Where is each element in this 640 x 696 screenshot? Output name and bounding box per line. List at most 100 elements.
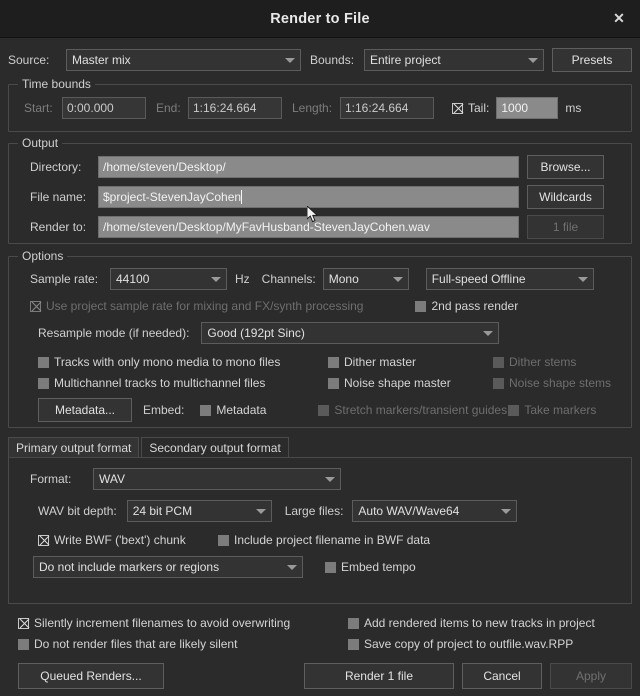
write-bwf-label: Write BWF ('bext') chunk [54,533,186,547]
time-bounds-row: Start: 0:00.000 End: 1:16:24.664 Length:… [18,97,622,119]
tail-units-label: ms [565,101,582,115]
checkbox-checked-icon [38,534,49,546]
length-label: Length: [292,101,333,115]
chevron-down-icon [392,277,403,282]
include-project-filename-checkbox[interactable]: Include project filename in BWF data [218,533,430,547]
use-project-sample-rate-label: Use project sample rate for mixing and F… [46,299,364,313]
apply-button: Apply [550,663,632,689]
markers-row: Do not include markers or regions Embed … [18,556,622,578]
wav-bit-depth-dropdown-value: 24 bit PCM [132,504,193,518]
directory-row: Directory: /home/steven/Desktop/ Browse.… [18,155,622,179]
format-row: Format: WAV [18,468,622,490]
filename-input-value: $project-StevenJayCohen [103,190,242,204]
directory-input[interactable]: /home/steven/Desktop/ [98,156,519,178]
embed-metadata-label: Metadata [216,403,267,417]
tail-label: Tail: [468,101,490,115]
text-caret [241,190,243,204]
resample-mode-dropdown[interactable]: Good (192pt Sinc) [201,322,500,344]
mono-media-checkbox[interactable]: Tracks with only mono media to mono file… [38,355,328,369]
format-dropdown[interactable]: WAV [93,468,341,490]
noise-shape-master-label: Noise shape master [344,376,451,390]
render-speed-dropdown[interactable]: Full-speed Offline [425,268,594,290]
wav-bit-depth-label: WAV bit depth: [38,504,117,518]
output-legend: Output [18,136,63,150]
checkbox-unchecked-icon [38,356,49,368]
queued-renders-button[interactable]: Queued Renders... [18,663,164,689]
wildcards-button[interactable]: Wildcards [527,185,604,209]
save-copy-checkbox[interactable]: Save copy of project to outfile.wav.RPP [348,637,573,651]
checkbox-checked-icon [18,617,29,629]
dither-master-checkbox[interactable]: Dither master [328,355,493,369]
render-button[interactable]: Render 1 file [304,663,454,689]
title-bar: Render to File ✕ [0,0,640,38]
checkbox-unchecked-icon [325,561,336,573]
cancel-button[interactable]: Cancel [462,663,542,689]
channels-dropdown[interactable]: Mono [322,268,409,290]
use-project-sample-rate-checkbox[interactable]: Use project sample rate for mixing and F… [30,299,363,313]
presets-button[interactable]: Presets [552,48,632,72]
large-files-dropdown[interactable]: Auto WAV/Wave64 [352,500,518,522]
embed-tempo-checkbox[interactable]: Embed tempo [325,560,416,574]
samplerate-dropdown[interactable]: 44100 [110,268,227,290]
filename-input[interactable]: $project-StevenJayCohen [98,186,519,208]
resample-mode-dropdown-value: Good (192pt Sinc) [207,326,305,340]
dialog-body: Source: Master mix Bounds: Entire projec… [0,48,640,696]
multichannel-checkbox[interactable]: Multichannel tracks to multichannel file… [38,376,328,390]
tab-secondary-output-format[interactable]: Secondary output format [141,437,289,457]
wav-bit-depth-dropdown[interactable]: 24 bit PCM [126,500,272,522]
embed-metadata-checkbox[interactable]: Metadata [200,403,318,417]
format-tabstrip: Primary output format Secondary output f… [8,437,632,458]
close-icon[interactable]: ✕ [608,8,630,30]
options-group: Options Sample rate: 44100 Hz Channels: … [8,249,632,428]
noise-shape-master-checkbox[interactable]: Noise shape master [328,376,493,390]
samplerate-label: Sample rate: [30,272,99,286]
filename-label: File name: [30,190,87,204]
end-label: End: [156,101,181,115]
bwf-row: Write BWF ('bext') chunk Include project… [18,533,622,547]
checkbox-unchecked-icon [318,404,330,416]
length-input[interactable]: 1:16:24.664 [340,97,434,119]
render-to-label: Render to: [30,220,87,234]
mono-media-label: Tracks with only mono media to mono file… [54,355,281,369]
second-pass-render-checkbox[interactable]: 2nd pass render [415,299,518,313]
tail-input[interactable]: 1000 [496,97,559,119]
browse-button[interactable]: Browse... [527,155,604,179]
write-bwf-checkbox[interactable]: Write BWF ('bext') chunk [38,533,218,547]
source-dropdown[interactable]: Master mix [66,49,301,71]
do-not-render-silent-checkbox[interactable]: Do not render files that are likely sile… [18,637,348,651]
checkbox-unchecked-icon [38,377,49,389]
checkbox-unchecked-icon [18,638,29,650]
samplerate-dropdown-value: 44100 [116,272,150,286]
tab-primary-output-format[interactable]: Primary output format [8,437,140,457]
metadata-button[interactable]: Metadata... [38,398,132,422]
tail-checkbox[interactable]: Tail: [452,101,489,115]
save-copy-label: Save copy of project to outfile.wav.RPP [364,637,574,651]
mono-dither-row: Tracks with only mono media to mono file… [18,355,622,369]
checkbox-unchecked-icon [328,377,339,389]
chevron-down-icon [483,331,494,336]
include-project-filename-label: Include project filename in BWF data [234,533,431,547]
add-rendered-items-label: Add rendered items to new tracks in proj… [364,616,595,630]
start-input[interactable]: 0:00.000 [62,97,146,119]
chevron-down-icon [577,277,588,282]
checkbox-checked-icon [452,102,463,114]
add-rendered-items-checkbox[interactable]: Add rendered items to new tracks in proj… [348,616,595,630]
take-markers-label: Take markers [524,403,597,417]
silently-increment-checkbox[interactable]: Silently increment filenames to avoid ov… [18,616,348,630]
end-input[interactable]: 1:16:24.664 [188,97,282,119]
chevron-down-icon [528,58,538,63]
render-speed-dropdown-value: Full-speed Offline [431,272,526,286]
render-to-input[interactable]: /home/steven/Desktop/MyFavHusband-Steven… [98,216,519,238]
channels-dropdown-value: Mono [328,272,359,286]
markers-regions-dropdown[interactable]: Do not include markers or regions [33,556,303,578]
multichannel-label: Multichannel tracks to multichannel file… [54,376,266,390]
embed-tempo-label: Embed tempo [341,560,416,574]
chevron-down-icon [501,509,512,514]
options-legend: Options [18,249,68,263]
chevron-down-icon [287,565,297,570]
source-bounds-row: Source: Master mix Bounds: Entire projec… [8,48,632,72]
bounds-dropdown[interactable]: Entire project [364,49,544,71]
filename-row: File name: $project-StevenJayCohen Wildc… [18,185,622,209]
source-dropdown-value: Master mix [72,53,131,67]
large-files-dropdown-value: Auto WAV/Wave64 [358,504,460,518]
